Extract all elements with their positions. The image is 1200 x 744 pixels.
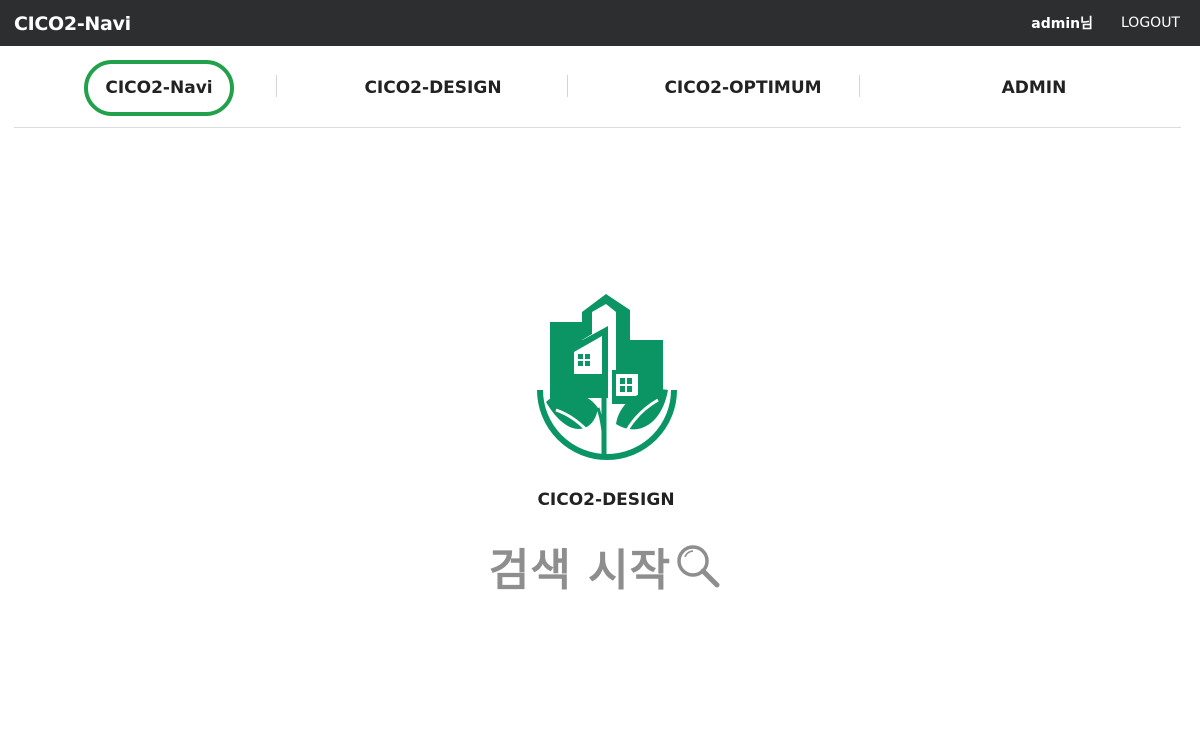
nav-separator — [276, 75, 277, 97]
nav-item-cico2-design[interactable]: CICO2-DESIGN — [348, 60, 518, 116]
main-nav: CICO2-Navi CICO2-DESIGN CICO2-OPTIMUM AD… — [14, 47, 1181, 128]
nav-item-cico2-navi[interactable]: CICO2-Navi — [84, 60, 234, 116]
user-name: admin님 — [1031, 16, 1093, 32]
top-bar: CICO2-Navi admin님 LOGOUT — [0, 0, 1200, 46]
search-start-button[interactable]: 검색 시작 — [0, 534, 1200, 598]
logo-caption: CICO2-DESIGN — [537, 490, 675, 510]
nav-separator — [859, 75, 860, 97]
magnifier-icon — [673, 541, 723, 591]
brand-title[interactable]: CICO2-Navi — [14, 0, 131, 46]
green-buildings-leaf-logo — [534, 290, 680, 462]
search-start-label: 검색 시작 — [488, 545, 672, 596]
nav-separator — [567, 75, 568, 97]
nav-item-cico2-optimum[interactable]: CICO2-OPTIMUM — [645, 60, 841, 116]
logout-button[interactable]: LOGOUT — [1121, 15, 1180, 31]
user-area: admin님 LOGOUT — [1031, 0, 1180, 46]
nav-item-admin[interactable]: ADMIN — [984, 60, 1084, 116]
